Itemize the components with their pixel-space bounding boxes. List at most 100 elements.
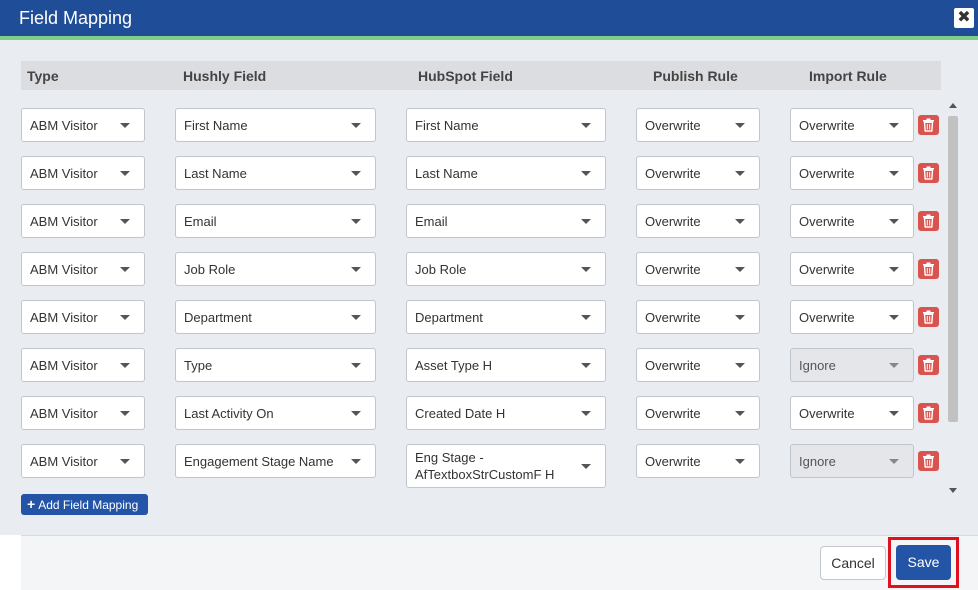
chevron-down-icon xyxy=(735,267,745,272)
import-rule-select[interactable]: Overwrite xyxy=(790,156,914,190)
hubspot-field-select[interactable]: Job Role xyxy=(406,252,606,286)
type-select[interactable]: ABM Visitor xyxy=(21,348,145,382)
plus-icon: + xyxy=(27,496,36,512)
delete-row-button[interactable] xyxy=(918,403,939,423)
hubspot-field-select[interactable]: Eng Stage - AfTextboxStrCustomF H xyxy=(406,444,606,488)
header-import-rule: Import Rule xyxy=(809,68,887,84)
scrollbar-thumb[interactable] xyxy=(948,116,958,422)
header-hubspot-field: HubSpot Field xyxy=(418,68,513,84)
import-rule-select-value: Overwrite xyxy=(799,165,855,181)
delete-row-button[interactable] xyxy=(918,211,939,231)
chevron-down-icon xyxy=(735,171,745,176)
publish-rule-select[interactable]: Overwrite xyxy=(636,300,760,334)
chevron-down-icon xyxy=(581,123,591,128)
publish-rule-select[interactable]: Overwrite xyxy=(636,444,760,478)
delete-row-button[interactable] xyxy=(918,115,939,135)
hushly-field-select[interactable]: Job Role xyxy=(175,252,376,286)
cancel-button[interactable]: Cancel xyxy=(820,546,886,580)
import-rule-select[interactable]: Overwrite xyxy=(790,108,914,142)
chevron-down-icon xyxy=(351,363,361,368)
trash-icon xyxy=(923,214,934,228)
mapping-row: ABM Visitor Engagement Stage Name Eng Stag… xyxy=(21,436,941,488)
type-select[interactable]: ABM Visitor xyxy=(21,396,145,430)
publish-rule-select[interactable]: Overwrite xyxy=(636,252,760,286)
hushly-field-select[interactable]: Engagement Stage Name xyxy=(175,444,376,478)
publish-rule-select[interactable]: Overwrite xyxy=(636,156,760,190)
chevron-down-icon xyxy=(889,219,899,224)
type-select-value: ABM Visitor xyxy=(30,165,98,181)
hubspot-field-select[interactable]: Department xyxy=(406,300,606,334)
chevron-down-icon xyxy=(351,267,361,272)
type-select-value: ABM Visitor xyxy=(30,357,98,373)
hubspot-field-select-value: Job Role xyxy=(415,261,467,277)
hushly-field-select-value: Engagement Stage Name xyxy=(184,453,334,469)
scroll-down-icon[interactable] xyxy=(949,488,957,493)
hushly-field-select-value: Type xyxy=(184,357,213,373)
delete-row-button[interactable] xyxy=(918,307,939,327)
chevron-down-icon xyxy=(120,123,130,128)
rows-scrollbar[interactable] xyxy=(946,100,960,496)
hushly-field-select[interactable]: Last Name xyxy=(175,156,376,190)
import-rule-select[interactable]: Overwrite xyxy=(790,300,914,334)
chevron-down-icon xyxy=(581,315,591,320)
delete-row-button[interactable] xyxy=(918,259,939,279)
delete-row-button[interactable] xyxy=(918,163,939,183)
hubspot-field-select-value: Asset Type H xyxy=(415,357,493,373)
chevron-down-icon xyxy=(351,171,361,176)
type-select[interactable]: ABM Visitor xyxy=(21,156,145,190)
publish-rule-select-value: Overwrite xyxy=(645,117,701,133)
scroll-up-icon[interactable] xyxy=(949,103,957,108)
hushly-field-select[interactable]: Last Activity On xyxy=(175,396,376,430)
hubspot-field-select-value: First Name xyxy=(415,117,479,133)
hushly-field-select-value: Email xyxy=(184,213,217,229)
hushly-field-select-value: Job Role xyxy=(184,261,236,277)
import-rule-select[interactable]: Overwrite xyxy=(790,396,914,430)
hushly-field-select[interactable]: First Name xyxy=(175,108,376,142)
hubspot-field-select[interactable]: Asset Type H xyxy=(406,348,606,382)
hushly-field-select[interactable]: Type xyxy=(175,348,376,382)
type-select[interactable]: ABM Visitor xyxy=(21,444,145,478)
publish-rule-select[interactable]: Overwrite xyxy=(636,204,760,238)
import-rule-select: Ignore xyxy=(790,444,914,478)
dialog-title-bar: Field Mapping ✖ xyxy=(0,0,978,36)
chevron-down-icon xyxy=(889,411,899,416)
save-button[interactable]: Save xyxy=(896,545,951,580)
import-rule-select[interactable]: Overwrite xyxy=(790,204,914,238)
delete-row-button[interactable] xyxy=(918,355,939,375)
chevron-down-icon xyxy=(120,267,130,272)
hubspot-field-select[interactable]: Last Name xyxy=(406,156,606,190)
close-button[interactable]: ✖ xyxy=(954,8,974,28)
hushly-field-select-value: Last Name xyxy=(184,165,247,181)
trash-icon xyxy=(923,406,934,420)
type-select[interactable]: ABM Visitor xyxy=(21,252,145,286)
type-select[interactable]: ABM Visitor xyxy=(21,108,145,142)
trash-icon xyxy=(923,262,934,276)
type-select[interactable]: ABM Visitor xyxy=(21,204,145,238)
trash-icon xyxy=(923,310,934,324)
type-select-value: ABM Visitor xyxy=(30,405,98,421)
mapping-row: ABM Visitor Type Asset Type H Overwrite Igno… xyxy=(21,340,941,388)
publish-rule-select[interactable]: Overwrite xyxy=(636,108,760,142)
import-rule-select[interactable]: Overwrite xyxy=(790,252,914,286)
hushly-field-select-value: Department xyxy=(184,309,252,325)
chevron-down-icon xyxy=(351,411,361,416)
hushly-field-select[interactable]: Email xyxy=(175,204,376,238)
chevron-down-icon xyxy=(120,171,130,176)
chevron-down-icon xyxy=(581,411,591,416)
chevron-down-icon xyxy=(889,363,899,368)
delete-row-button[interactable] xyxy=(918,451,939,471)
publish-rule-select[interactable]: Overwrite xyxy=(636,348,760,382)
chevron-down-icon xyxy=(351,219,361,224)
type-select-value: ABM Visitor xyxy=(30,213,98,229)
hubspot-field-select-value: Eng Stage - AfTextboxStrCustomF H xyxy=(415,450,555,482)
hubspot-field-select[interactable]: First Name xyxy=(406,108,606,142)
hubspot-field-select[interactable]: Email xyxy=(406,204,606,238)
add-field-mapping-button[interactable]: + Add Field Mapping xyxy=(21,494,148,515)
publish-rule-select[interactable]: Overwrite xyxy=(636,396,760,430)
chevron-down-icon xyxy=(889,123,899,128)
hushly-field-select[interactable]: Department xyxy=(175,300,376,334)
dialog-title: Field Mapping xyxy=(19,8,133,28)
type-select[interactable]: ABM Visitor xyxy=(21,300,145,334)
hubspot-field-select[interactable]: Created Date H xyxy=(406,396,606,430)
chevron-down-icon xyxy=(581,219,591,224)
